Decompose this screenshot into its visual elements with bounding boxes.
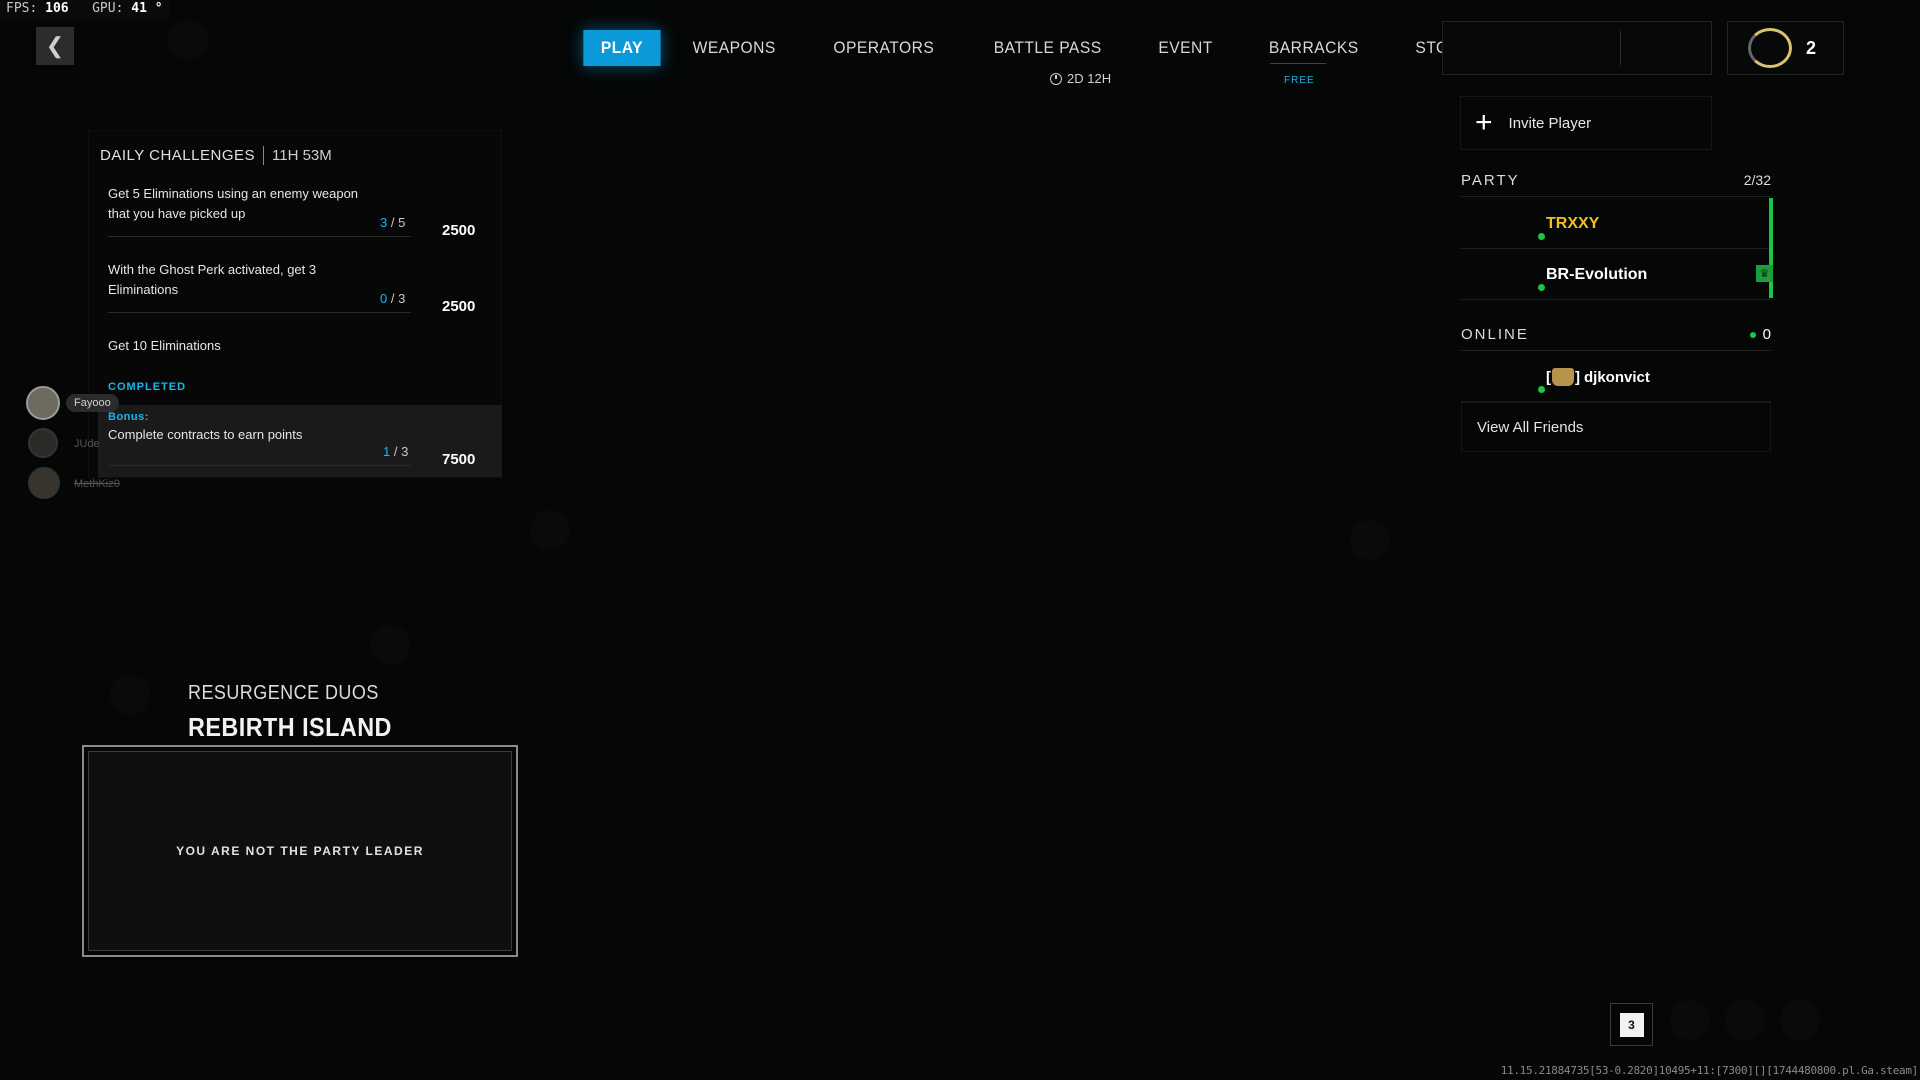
prestige-count: 2 <box>1806 37 1817 58</box>
divider <box>1461 196 1771 197</box>
tab-barracks[interactable]: BARRACKS <box>1246 30 1382 66</box>
challenge-progress-bar <box>108 312 411 313</box>
mode-subtitle: RESURGENCE DUOS <box>188 682 379 704</box>
fps-label: FPS: <box>6 1 38 16</box>
challenge-points: 7500 <box>442 451 476 468</box>
clan-tag: [ ] <box>1546 368 1580 386</box>
party-member-name: TRXXY <box>1546 214 1600 232</box>
squad-size-indicator[interactable]: 3 <box>1610 1003 1653 1046</box>
challenge-progress: 1 / 3 <box>383 444 409 459</box>
daily-challenges-timer: 11H 53M <box>272 147 332 164</box>
online-header: ONLINE 0 <box>1461 326 1771 343</box>
online-title: ONLINE <box>1461 326 1529 343</box>
online-status-dot <box>1538 233 1545 240</box>
challenge-progress-bar <box>108 465 411 466</box>
avatar[interactable] <box>28 428 58 458</box>
daily-challenges-title: DAILY CHALLENGES <box>100 147 256 164</box>
invite-player-button[interactable]: + Invite Player <box>1460 96 1712 150</box>
divider <box>263 146 265 165</box>
crown-icon: ♛ <box>1756 265 1773 282</box>
tab-event[interactable]: EVENT <box>1136 30 1236 66</box>
challenge-item[interactable]: Get 10 Eliminations <box>108 336 488 360</box>
view-all-friends-button[interactable]: View All Friends <box>1461 402 1771 452</box>
divider <box>1461 350 1771 351</box>
clan-emblem-icon <box>1552 368 1574 386</box>
friend-item[interactable]: [ ] djkonvict <box>1461 353 1771 402</box>
mode-card-inner: YOU ARE NOT THE PARTY LEADER <box>88 751 512 951</box>
party-title: PARTY <box>1461 172 1520 189</box>
online-count-value: 0 <box>1762 326 1771 343</box>
store-underline <box>1270 63 1326 64</box>
challenge-points: 2500 <box>442 298 476 315</box>
tab-play[interactable]: PLAY <box>583 30 661 66</box>
tab-weapons[interactable]: WEAPONS <box>669 30 798 66</box>
plus-icon: + <box>1475 106 1493 139</box>
challenge-progress: 0 / 3 <box>380 291 406 306</box>
challenge-progress-bar <box>108 236 411 237</box>
online-status-dot <box>1749 331 1756 338</box>
bonus-challenge-content: Complete contracts to earn points 1 / 3 … <box>108 425 488 475</box>
squad-member-name: JUde <box>74 438 100 450</box>
gpu-label: GPU: <box>92 1 124 16</box>
challenge-item[interactable]: With the Ghost Perk activated, get 3 Eli… <box>108 260 488 322</box>
online-status-dot <box>1538 386 1545 393</box>
party-member-name: BR-Evolution <box>1546 265 1648 283</box>
challenge-text: With the Ghost Perk activated, get 3 Eli… <box>108 262 317 297</box>
party-member[interactable]: TRXXY <box>1461 199 1771 249</box>
challenge-text: Get 5 Eliminations using an enemy weapon… <box>108 186 359 221</box>
tab-operators[interactable]: OPERATORS <box>811 30 958 66</box>
online-status-dot <box>1538 284 1545 291</box>
party-count: 2/32 <box>1743 172 1771 188</box>
squad-size-value: 3 <box>1619 1012 1644 1037</box>
challenge-text: Complete contracts to earn points <box>108 427 303 442</box>
event-timer: 2D 12H <box>1050 71 1111 86</box>
party-options-slot[interactable] <box>1744 96 1810 150</box>
squad-member-name: MethKiz0 <box>74 478 120 490</box>
prestige-ring-icon <box>1748 28 1792 68</box>
challenge-progress: 3 / 5 <box>380 215 406 230</box>
avatar[interactable] <box>28 467 60 499</box>
fps-value: 106 <box>45 1 69 16</box>
party-header: PARTY 2/32 <box>1461 172 1771 189</box>
tab-battle-pass[interactable]: BATTLE PASS <box>971 30 1125 66</box>
performance-overlay: FPS: 106 GPU: 41 ° <box>0 0 169 19</box>
gpu-value: 41 ° <box>131 1 163 16</box>
back-button[interactable]: ❮ <box>36 27 74 65</box>
challenge-text: Get 10 Eliminations <box>108 338 221 353</box>
party-indicator-bar <box>1769 198 1773 298</box>
party-leader-message: YOU ARE NOT THE PARTY LEADER <box>176 844 424 858</box>
avatar[interactable] <box>26 386 60 420</box>
party-member[interactable]: BR-Evolution <box>1461 250 1771 300</box>
friend-name: djkonvict <box>1584 368 1650 386</box>
player-card-slot[interactable] <box>1442 21 1712 75</box>
main-navigation: PLAY WEAPONS OPERATORS BATTLE PASS EVENT… <box>580 28 1499 68</box>
squad-member-name: Fayooo <box>66 394 119 412</box>
chevron-left-icon: ❮ <box>45 33 65 58</box>
online-count: 0 <box>1749 326 1771 343</box>
version-string: 11.15.21884735[53-0.2820]10495+11:[7300]… <box>1500 1064 1919 1077</box>
challenges-completed-label: COMPLETED <box>108 381 187 393</box>
store-free-badge: FREE <box>1284 75 1315 86</box>
challenge-points: 2500 <box>442 222 476 239</box>
mode-card[interactable]: YOU ARE NOT THE PARTY LEADER <box>82 745 518 957</box>
challenge-item[interactable]: Get 5 Eliminations using an enemy weapon… <box>108 184 488 246</box>
prestige-indicator[interactable]: 2 <box>1727 21 1844 75</box>
daily-challenges-header: DAILY CHALLENGES 11H 53M <box>100 146 332 165</box>
event-timer-text: 2D 12H <box>1067 71 1112 86</box>
invite-player-label: Invite Player <box>1508 114 1592 132</box>
clock-icon <box>1050 72 1062 85</box>
mode-title: REBIRTH ISLAND <box>188 712 392 742</box>
bonus-label: Bonus: <box>108 411 149 423</box>
